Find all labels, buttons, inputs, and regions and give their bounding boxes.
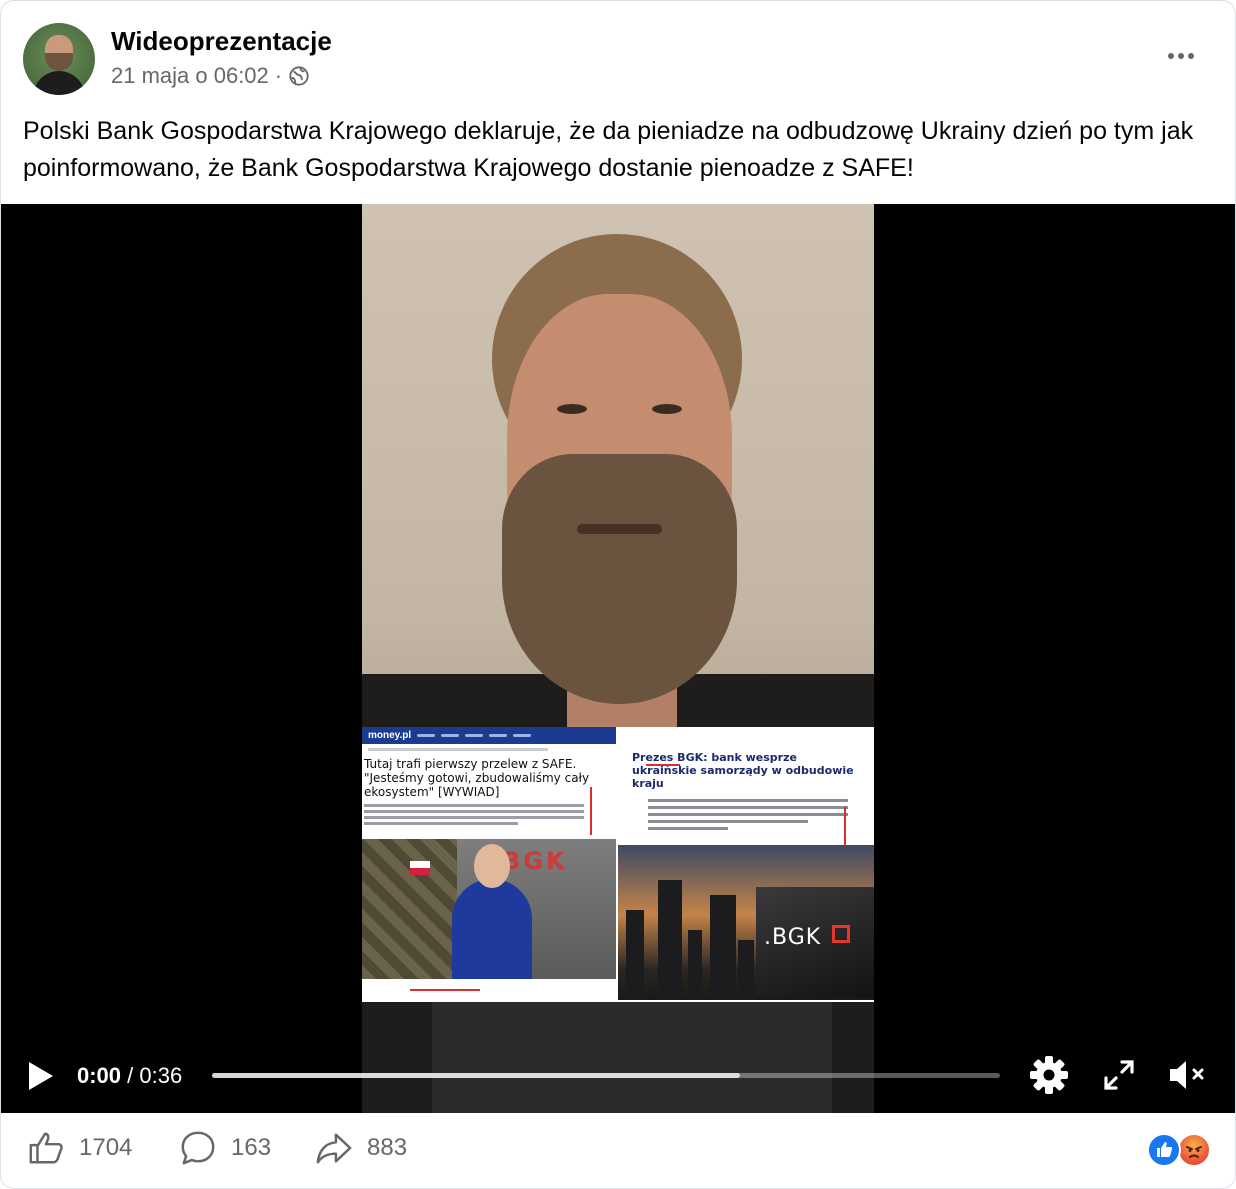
muted-speaker-icon — [1170, 1061, 1204, 1089]
post-actions: 1704 163 883 — [1, 1113, 1235, 1188]
share-button[interactable]: 883 — [315, 1129, 407, 1167]
more-dot-icon — [1188, 53, 1194, 59]
like-reaction-icon — [1147, 1133, 1181, 1167]
thumbs-up-icon — [29, 1132, 63, 1164]
buffered-range — [212, 1073, 740, 1078]
time-separator: / — [121, 1063, 140, 1088]
comment-button[interactable]: 163 — [179, 1129, 271, 1167]
post-timestamp[interactable]: 21 maja o 06:02 — [111, 63, 269, 89]
post-card: Wideoprezentacje 21 maja o 06:02 · Polsk… — [0, 0, 1236, 1189]
post-text: Polski Bank Gospodarstwa Krajowego dekla… — [23, 117, 1194, 182]
progress-bar[interactable] — [212, 1073, 1000, 1078]
author-avatar[interactable] — [23, 23, 95, 95]
bgk-logo-square — [832, 925, 850, 943]
bgk-photo: BGK — [362, 839, 616, 979]
duration: 0:36 — [139, 1063, 183, 1088]
expand-icon — [1104, 1060, 1134, 1090]
meta-separator: · — [274, 63, 283, 88]
more-dot-icon — [1168, 53, 1174, 59]
bgk-logo: .BGK — [764, 925, 822, 950]
fullscreen-button[interactable] — [1101, 1057, 1137, 1093]
reactions-summary[interactable] — [1147, 1133, 1217, 1167]
author-name[interactable]: Wideoprezentacje — [111, 26, 332, 57]
angry-reaction-icon — [1177, 1133, 1211, 1167]
video-frame[interactable]: money.pl Tutaj trafi pierwszy przelew z … — [362, 204, 874, 1113]
share-arrow-icon — [316, 1133, 352, 1164]
city-photo: .BGK — [618, 845, 874, 1000]
play-button[interactable] — [25, 1059, 57, 1093]
bgk-sign: BGK — [502, 847, 568, 875]
post-meta: 21 maja o 06:02 · — [111, 63, 310, 89]
comment-count: 163 — [231, 1134, 272, 1161]
right-headline: Prezes BGK: bank wesprze ukraińskie samo… — [632, 751, 854, 790]
globe-icon — [288, 65, 310, 87]
settings-button[interactable] — [1029, 1055, 1069, 1095]
video-controls: 0:00 / 0:36 — [1, 1047, 1235, 1107]
bgk-article-screenshot: Prezes BGK: bank wesprze ukraińskie samo… — [618, 727, 874, 1002]
left-headline: Tutaj trafi pierwszy przelew z SAFE. "Je… — [364, 757, 590, 799]
video-player[interactable]: money.pl Tutaj trafi pierwszy przelew z … — [1, 204, 1235, 1113]
more-options-button[interactable] — [1161, 41, 1201, 71]
like-button[interactable]: 1704 — [27, 1129, 132, 1167]
more-dot-icon — [1178, 53, 1184, 59]
money-pl-logo: money.pl — [368, 730, 412, 741]
screenshot-overlay: money.pl Tutaj trafi pierwszy przelew z … — [362, 727, 874, 1002]
video-time: 0:00 / 0:36 — [77, 1063, 182, 1089]
current-time: 0:00 — [77, 1063, 122, 1088]
money-pl-screenshot: money.pl Tutaj trafi pierwszy przelew z … — [362, 727, 616, 1002]
share-count: 883 — [367, 1134, 408, 1161]
gear-icon — [1030, 1056, 1068, 1094]
mute-button[interactable] — [1167, 1057, 1207, 1093]
like-count: 1704 — [79, 1134, 133, 1161]
play-icon — [29, 1062, 53, 1090]
comment-bubble-icon — [181, 1131, 215, 1165]
